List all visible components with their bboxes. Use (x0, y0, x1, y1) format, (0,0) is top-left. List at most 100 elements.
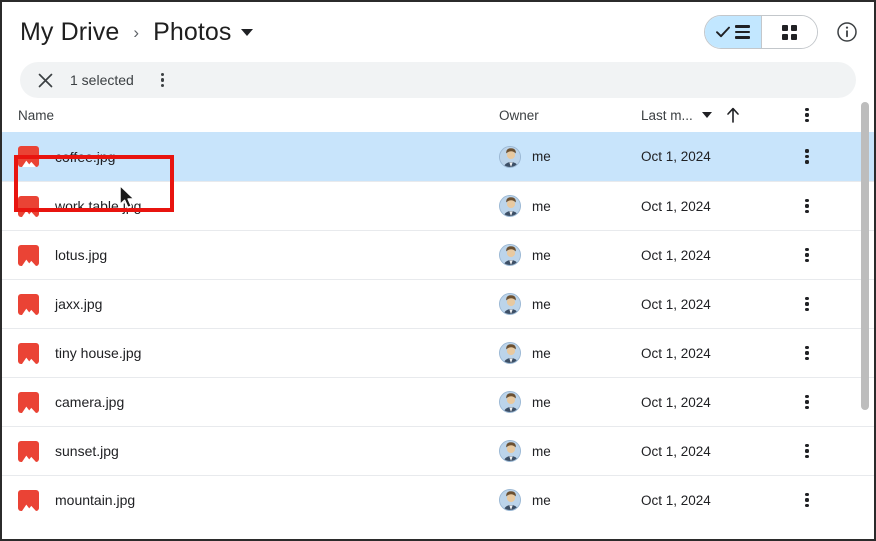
list-view-icon (735, 25, 750, 39)
file-name-label: mountain.jpg (55, 492, 136, 508)
owner-name-label: me (532, 247, 551, 263)
grid-view-icon (782, 24, 797, 40)
image-glyph (21, 406, 36, 413)
cell-owner: me (499, 195, 641, 217)
image-glyph (21, 357, 36, 364)
avatar (499, 195, 521, 217)
avatar (499, 244, 521, 266)
selection-more-actions-button[interactable] (152, 69, 174, 91)
cell-owner: me (499, 489, 641, 511)
selection-bar-wrapper: 1 selected (2, 62, 874, 98)
file-name-label: work table.jpg (55, 198, 142, 214)
user-avatar-image (500, 245, 520, 265)
breadcrumb-current-label: Photos (153, 17, 232, 46)
more-vertical-icon (805, 198, 809, 214)
cell-name: jaxx.jpg (18, 293, 499, 315)
breadcrumb: My Drive › Photos (20, 18, 704, 47)
column-headers: Name Owner Last m... (2, 98, 874, 132)
cell-owner: me (499, 145, 641, 168)
table-row[interactable]: mountain.jpg me Oct 1, 2024 (2, 475, 874, 515)
avatar (499, 391, 521, 413)
column-header-name[interactable]: Name (18, 108, 499, 123)
file-name-label: jaxx.jpg (55, 296, 103, 312)
table-row[interactable]: tiny house.jpg me Oct 1, 2024 (2, 328, 874, 377)
more-vertical-icon (805, 149, 809, 164)
cell-owner: me (499, 391, 641, 413)
image-file-icon (18, 195, 39, 217)
column-options-button[interactable] (787, 107, 827, 123)
user-avatar-image (500, 490, 520, 510)
cell-last-modified: Oct 1, 2024 (641, 345, 711, 361)
sort-direction-button[interactable] (725, 106, 787, 124)
owner-name-label: me (532, 345, 551, 361)
table-row[interactable]: work table.jpg me Oct 1, 2024 (2, 181, 874, 230)
row-actions-button[interactable] (787, 296, 827, 312)
image-glyph (21, 210, 36, 217)
row-actions-button[interactable] (787, 345, 827, 361)
column-header-owner[interactable]: Owner (499, 108, 641, 123)
owner-name-label: me (532, 198, 551, 214)
image-glyph (21, 455, 36, 462)
chevron-down-icon (701, 112, 712, 118)
image-file-icon (18, 489, 39, 511)
row-actions-button[interactable] (787, 492, 827, 508)
grid-view-button[interactable] (761, 16, 817, 48)
table-row[interactable]: lotus.jpg me Oct 1, 2024 (2, 230, 874, 279)
image-file-icon (18, 293, 39, 315)
file-name-label: coffee.jpg (55, 148, 116, 165)
cell-last-modified: Oct 1, 2024 (641, 149, 711, 164)
top-bar: My Drive › Photos (2, 2, 874, 62)
cell-owner: me (499, 293, 641, 315)
view-toggle-group[interactable] (704, 15, 818, 49)
image-glyph (21, 308, 36, 315)
list-view-button[interactable] (705, 16, 761, 48)
image-file-icon (18, 146, 39, 167)
cell-last-modified: Oct 1, 2024 (641, 198, 711, 214)
close-icon (38, 73, 52, 87)
table-row[interactable]: jaxx.jpg me Oct 1, 2024 (2, 279, 874, 328)
row-actions-button[interactable] (787, 443, 827, 459)
cell-last-modified: Oct 1, 2024 (641, 247, 711, 263)
cell-name: lotus.jpg (18, 244, 499, 266)
breadcrumb-current[interactable]: Photos (153, 17, 253, 47)
owner-name-label: me (532, 492, 551, 508)
column-header-last-modified-label: Last m... (641, 107, 693, 123)
more-vertical-icon (805, 107, 809, 123)
user-avatar-image (500, 294, 520, 314)
row-actions-button[interactable] (787, 149, 827, 164)
breadcrumb-root[interactable]: My Drive (20, 18, 119, 47)
owner-name-label: me (532, 296, 551, 312)
user-avatar-image (500, 196, 520, 216)
row-actions-button[interactable] (787, 198, 827, 214)
cell-name: mountain.jpg (18, 489, 499, 511)
user-avatar-image (500, 343, 520, 363)
cell-last-modified: Oct 1, 2024 (641, 443, 711, 459)
selection-bar: 1 selected (20, 62, 856, 98)
image-glyph (21, 259, 36, 266)
cell-last-modified: Oct 1, 2024 (641, 394, 711, 410)
more-vertical-icon (805, 296, 809, 312)
avatar (499, 145, 521, 168)
arrow-up-icon (727, 107, 739, 123)
table-row[interactable]: coffee.jpg me Oct 1, 2024 (2, 132, 874, 181)
scrollbar-thumb[interactable] (861, 102, 869, 410)
info-button[interactable] (834, 19, 860, 45)
check-icon (716, 26, 730, 38)
table-row[interactable]: sunset.jpg me Oct 1, 2024 (2, 426, 874, 475)
owner-name-label: me (532, 394, 551, 410)
clear-selection-button[interactable] (34, 69, 56, 91)
vertical-scrollbar[interactable] (858, 98, 872, 515)
image-file-icon (18, 391, 39, 413)
file-name-label: lotus.jpg (55, 247, 108, 263)
column-header-last-modified[interactable]: Last m... (641, 108, 725, 123)
image-glyph (21, 504, 36, 511)
table-row[interactable]: camera.jpg me Oct 1, 2024 (2, 377, 874, 426)
avatar (499, 293, 521, 315)
cell-name: camera.jpg (18, 391, 499, 413)
cell-last-modified: Oct 1, 2024 (641, 296, 711, 312)
file-list-area: Name Owner Last m... coffee.jpg me Oct 1, … (2, 98, 874, 515)
avatar (499, 489, 521, 511)
row-actions-button[interactable] (787, 247, 827, 263)
row-actions-button[interactable] (787, 394, 827, 410)
cell-last-modified: Oct 1, 2024 (641, 492, 711, 508)
